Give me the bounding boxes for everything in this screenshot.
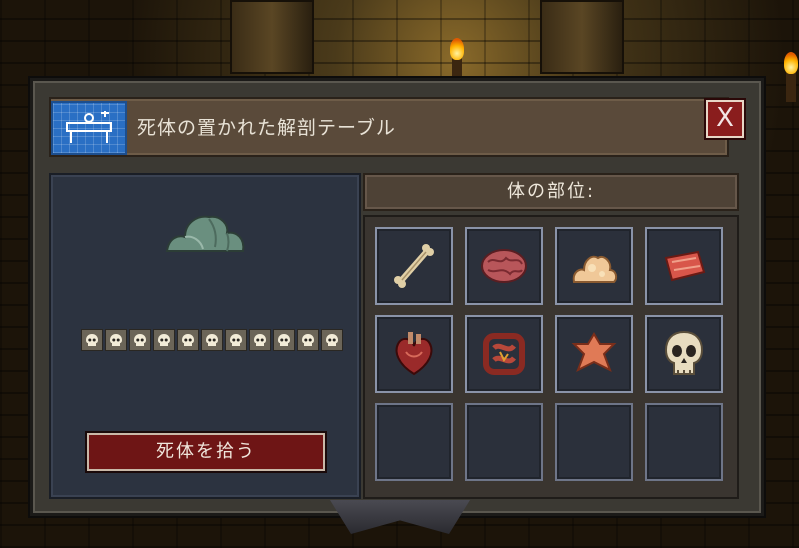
brain-icon	[481, 249, 527, 283]
intestines-icon	[483, 333, 525, 375]
torch-holder-right	[786, 72, 796, 102]
body-parts-grid	[363, 215, 739, 499]
body-part-slot-heart[interactable]	[375, 315, 453, 393]
close-button[interactable]: X	[706, 100, 744, 138]
skull-icon	[81, 329, 103, 351]
corpse-mound-icon	[163, 207, 247, 263]
skull-icon	[153, 329, 175, 351]
skull-icon	[105, 329, 127, 351]
pick-up-corpse-button[interactable]: 死体を拾う	[87, 433, 325, 471]
body-parts-header: 体の部位:	[363, 173, 739, 211]
body-part-slot-empty[interactable]	[645, 403, 723, 481]
torch-flame-icon	[784, 52, 798, 74]
skin-icon	[571, 332, 617, 373]
skull-icon	[297, 329, 319, 351]
torch-flame-icon	[450, 38, 464, 60]
decay-skull-meter	[81, 329, 343, 351]
skull-icon	[321, 329, 343, 351]
body-part-slot-skull[interactable]	[645, 315, 723, 393]
body-part-slot-brain[interactable]	[465, 227, 543, 305]
dungeon-pillar-right	[540, 0, 624, 74]
corpse-panel: 死体を拾う	[49, 173, 361, 499]
skull-icon	[273, 329, 295, 351]
body-part-slot-skin[interactable]	[555, 315, 633, 393]
body-part-slot-empty[interactable]	[375, 403, 453, 481]
body-part-slot-fat[interactable]	[555, 227, 633, 305]
meat-icon	[664, 250, 706, 282]
body-part-slot-empty[interactable]	[555, 403, 633, 481]
skull-icon	[225, 329, 247, 351]
dungeon-pillar-left	[230, 0, 314, 74]
body-part-slot-intestines[interactable]	[465, 315, 543, 393]
body-part-slot-meat[interactable]	[645, 227, 723, 305]
dissection-table-window: 死体の置かれた解剖テーブル X 死体を拾う 体の部位:	[30, 78, 764, 516]
bone-icon	[394, 244, 434, 288]
skull-icon	[249, 329, 271, 351]
body-part-slot-bone[interactable]	[375, 227, 453, 305]
skull-icon	[177, 329, 199, 351]
skull-icon	[201, 329, 223, 351]
heart-icon	[395, 332, 433, 376]
blueprint-table-icon	[51, 101, 127, 155]
skull-icon	[664, 330, 704, 375]
fat-icon	[572, 255, 618, 283]
body-part-slot-empty[interactable]	[465, 403, 543, 481]
skull-icon	[129, 329, 151, 351]
window-title: 死体の置かれた解剖テーブル	[137, 117, 396, 139]
